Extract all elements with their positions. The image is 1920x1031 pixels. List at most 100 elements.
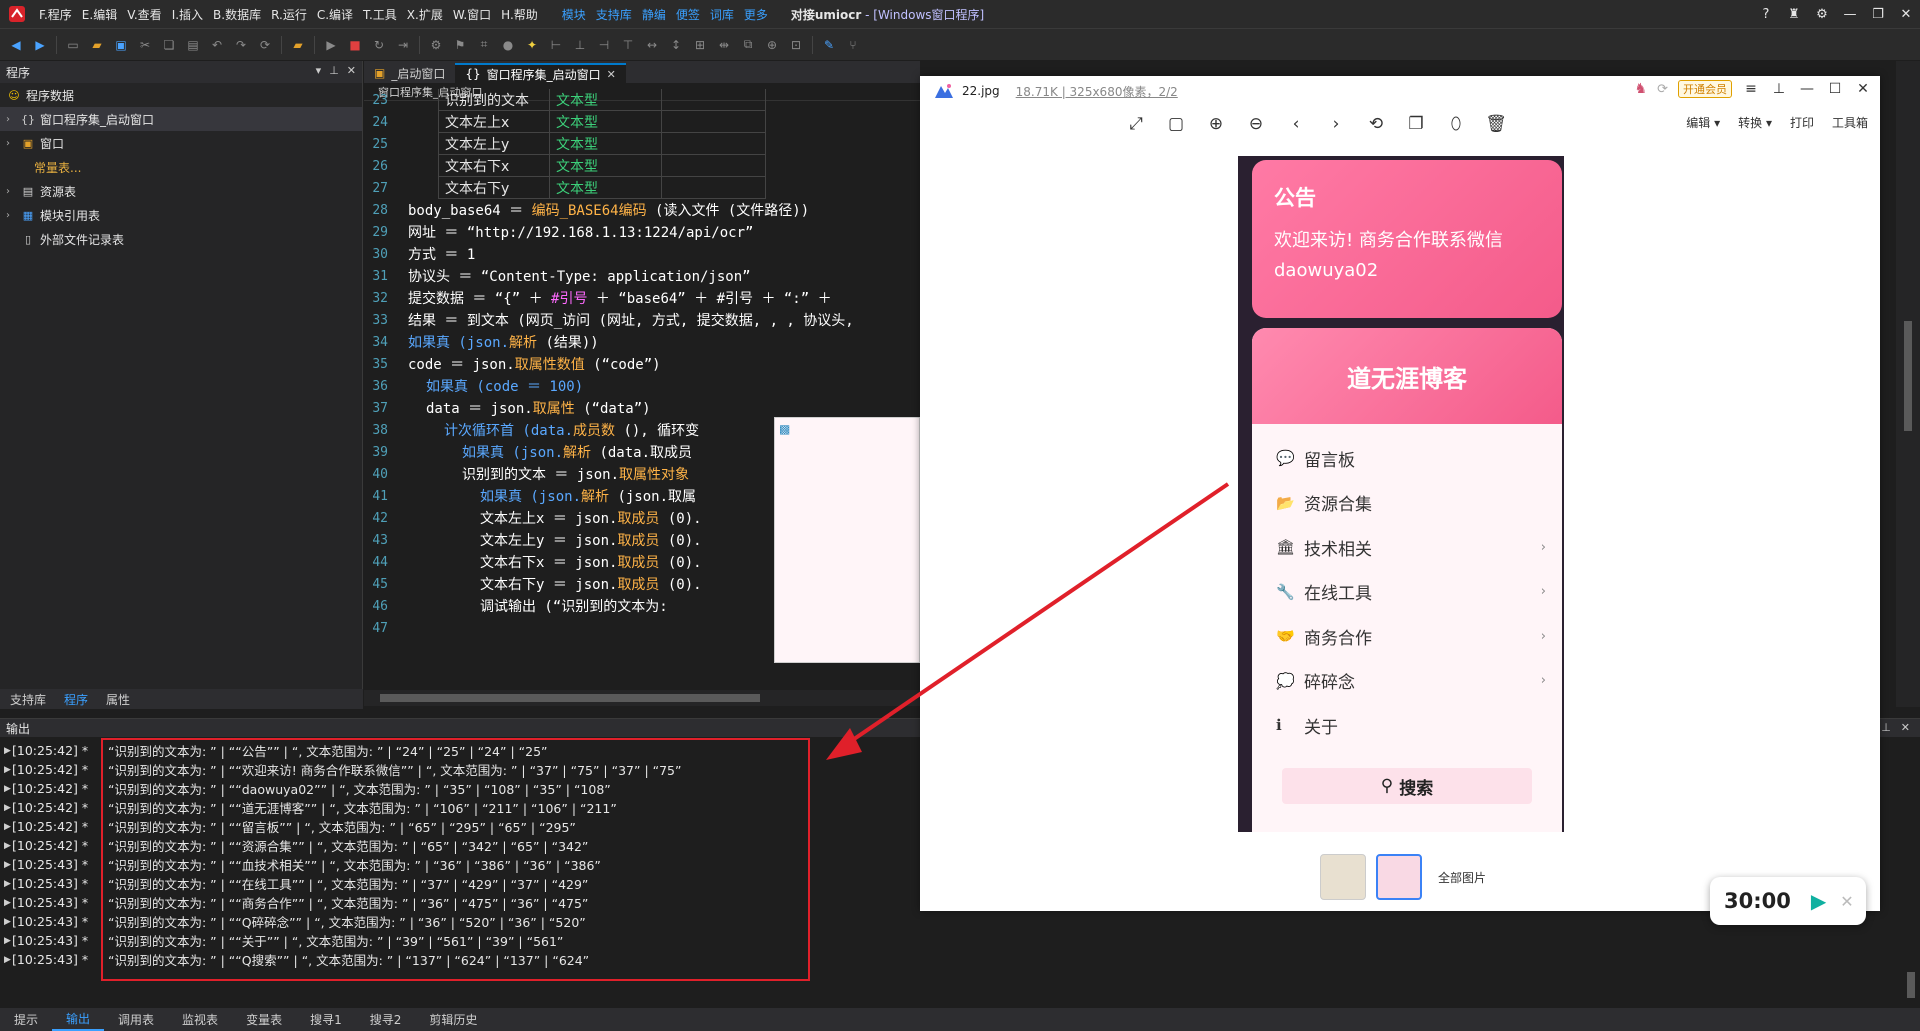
back-icon[interactable]: ◀ [6, 35, 26, 55]
code-line[interactable]: 32 提交数据 ＝ “{” ＋ #引号 ＋ “base64” ＋ #引号 ＋ “:… [364, 287, 920, 309]
menu-insert[interactable]: I.插入 [167, 6, 208, 23]
run-icon[interactable]: ▶ [321, 35, 341, 55]
tab-program[interactable]: 程序 [64, 691, 88, 708]
expand-triangle-icon[interactable]: ▶ [0, 879, 12, 889]
tree-item-program-data[interactable]: ☺ 程序数据 [0, 83, 362, 107]
viewer-image-info[interactable]: 18.71K | 325x680像素，2/2 [1016, 83, 1178, 100]
paste-icon[interactable]: ▤ [183, 35, 203, 55]
variable-table-row[interactable]: 文本右下y 文本型 [438, 177, 766, 199]
vip-button[interactable]: 开通会员 [1678, 80, 1732, 98]
menu-edit[interactable]: E.编辑 [77, 6, 122, 23]
expand-triangle-icon[interactable]: ▶ [0, 917, 12, 927]
breakpoint-icon[interactable]: ● [498, 35, 518, 55]
tree-item-resources[interactable]: › ▤ 资源表 [0, 179, 362, 203]
code-line[interactable]: 37 data ＝ json.取属性 (“data”) [364, 397, 920, 419]
tree-item-window[interactable]: › ▣ 窗口 [0, 131, 362, 155]
menu-extend[interactable]: X.扩展 [402, 6, 448, 23]
thumbnail-image[interactable] [1320, 854, 1366, 900]
new-file-icon[interactable]: ▭ [63, 35, 83, 55]
tab-call-stack[interactable]: 调用表 [104, 1008, 168, 1031]
save-icon[interactable]: ▣ [111, 35, 131, 55]
variable-table-row[interactable]: 文本左上y 文本型 [438, 133, 766, 155]
expand-triangle-icon[interactable]: ▶ [0, 955, 12, 965]
pen-icon[interactable]: ✎ [819, 35, 839, 55]
next-icon[interactable]: › [1316, 114, 1356, 134]
form-preview-popup[interactable]: ▩ [774, 417, 920, 663]
expand-triangle-icon[interactable]: ▶ [0, 765, 12, 775]
dropdown-icon[interactable]: ▾ [316, 64, 322, 77]
expand-triangle-icon[interactable]: ▶ [0, 803, 12, 813]
center-icon[interactable]: ⊕ [762, 35, 782, 55]
restore-icon[interactable]: ❐ [1864, 0, 1892, 28]
edit-button[interactable]: 编辑 ▾ [1686, 114, 1720, 131]
minimize-icon[interactable]: — [1836, 0, 1864, 28]
tab-variables[interactable]: 变量表 [232, 1008, 296, 1031]
expand-triangle-icon[interactable]: ▶ [0, 841, 12, 851]
tab-close-icon[interactable]: ✕ [607, 68, 616, 81]
gear-icon[interactable]: ⚙ [1808, 0, 1836, 28]
panel-close-icon[interactable]: ✕ [347, 64, 356, 77]
link-support-lib[interactable]: 支持库 [591, 6, 637, 23]
rotate-icon[interactable]: ⟲ [1356, 114, 1396, 134]
restart-icon[interactable]: ↻ [369, 35, 389, 55]
play-icon[interactable]: ▶ [1811, 889, 1826, 913]
code-line[interactable]: 34 如果真 (json.解析 (结果)) [364, 331, 920, 353]
editor-horizontal-scrollbar[interactable] [364, 690, 920, 706]
link-module[interactable]: 模块 [557, 6, 591, 23]
print-button[interactable]: 打印 [1790, 114, 1814, 131]
grid-icon[interactable]: ⊞ [690, 35, 710, 55]
stop-icon[interactable]: ■ [345, 35, 365, 55]
scrollbar-thumb[interactable] [1907, 972, 1915, 998]
help-icon[interactable]: ? [1752, 0, 1780, 28]
expand-triangle-icon[interactable]: ▶ [0, 898, 12, 908]
code-line[interactable]: 30 方式 ＝ 1 [364, 243, 920, 265]
publish-icon[interactable]: ⚑ [450, 35, 470, 55]
open-folder-icon[interactable]: ▰ [87, 35, 107, 55]
menu-database[interactable]: B.数据库 [208, 6, 266, 23]
tab-startup-window[interactable]: ▣ _启动窗口 [364, 63, 456, 83]
tab-startup-window-set[interactable]: {} 窗口程序集_启动窗口 ✕ [455, 63, 626, 83]
tab-watch[interactable]: 监视表 [168, 1008, 232, 1031]
menu-program[interactable]: F.程序 [34, 6, 77, 23]
code-line[interactable]: 35 code ＝ json.取属性数值 (“code”) [364, 353, 920, 375]
all-images-link[interactable]: 全部图片 [1438, 869, 1486, 886]
fullscreen-icon[interactable]: ⤢ [1116, 114, 1156, 134]
sync-icon[interactable]: ⟳ [1657, 82, 1668, 97]
close-icon[interactable]: ✕ [1854, 81, 1872, 97]
fork-icon[interactable]: ⑂ [843, 35, 863, 55]
chevron-right-icon[interactable]: › [6, 138, 20, 149]
bulb-icon[interactable]: ✦ [522, 35, 542, 55]
zoom-in-icon[interactable]: ⊕ [1196, 114, 1236, 134]
project-icon[interactable]: ▰ [288, 35, 308, 55]
prev-icon[interactable]: ‹ [1276, 114, 1316, 134]
tree-item-external-files[interactable]: ▯ 外部文件记录表 [0, 227, 362, 251]
menu-compile[interactable]: C.编译 [312, 6, 358, 23]
tree-item-module-refs[interactable]: › ▦ 模块引用表 [0, 203, 362, 227]
expand-triangle-icon[interactable]: ▶ [0, 936, 12, 946]
expand-triangle-icon[interactable]: ▶ [0, 784, 12, 794]
pin-icon[interactable]: ⊥ [329, 64, 339, 77]
pin-icon[interactable]: ⊥ [1770, 81, 1788, 97]
copy-icon[interactable]: ❏ [159, 35, 179, 55]
menu-help[interactable]: H.帮助 [496, 6, 543, 23]
tree-item-startup-window-set[interactable]: › {} 窗口程序集_启动窗口 [0, 107, 362, 131]
code-line[interactable]: 33 结果 ＝ 到文本 (网页_访问 (网址, 方式, 提交数据, , , 协议头… [364, 309, 920, 331]
chevron-right-icon[interactable]: › [6, 114, 20, 125]
fit-icon[interactable]: ▢ [1156, 114, 1196, 134]
avatar-icon[interactable]: ♞ [1635, 81, 1648, 97]
thumbnail-image-selected[interactable] [1376, 854, 1422, 900]
lock-icon[interactable]: ⊡ [786, 35, 806, 55]
link-more[interactable]: 更多 [739, 6, 773, 23]
output-vertical-scrollbar[interactable] [1906, 740, 1916, 1002]
tab-properties[interactable]: 属性 [106, 691, 130, 708]
close-icon[interactable]: ✕ [1840, 892, 1853, 911]
convert-button[interactable]: 转换 ▾ [1738, 114, 1772, 131]
toolbox-button[interactable]: 工具箱 [1832, 114, 1868, 131]
menu-view[interactable]: V.查看 [122, 6, 166, 23]
undo-icon[interactable]: ↶ [207, 35, 227, 55]
compile-icon[interactable]: ⚙ [426, 35, 446, 55]
variable-table-row[interactable]: 文本左上x 文本型 [438, 111, 766, 133]
tab-output[interactable]: 输出 [52, 1008, 105, 1031]
menu-icon[interactable]: ≡ [1742, 81, 1760, 97]
tab-search2[interactable]: 搜寻2 [356, 1008, 416, 1031]
